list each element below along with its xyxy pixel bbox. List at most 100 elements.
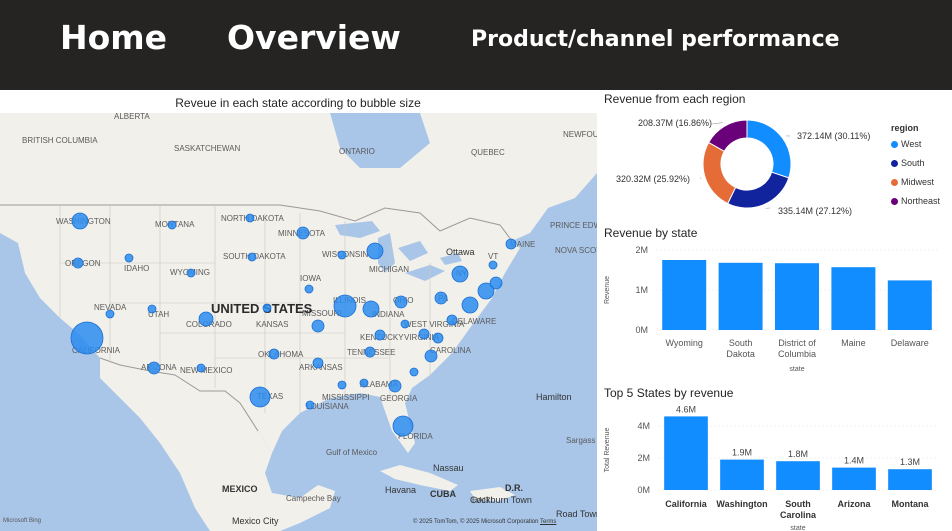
label-hamilton: Hamilton — [536, 392, 572, 402]
state-bubble-north-dakota[interactable] — [245, 213, 255, 223]
state-bubble-washington[interactable] — [71, 212, 89, 230]
donut-slice-midwest[interactable] — [702, 141, 737, 205]
state-bubble-nevada[interactable] — [105, 309, 115, 319]
top5-states-chart[interactable]: Total Revenue 4M 2M 0M California 4.6M Washing… — [600, 400, 952, 531]
state-bubble-south-dakota[interactable] — [247, 252, 257, 262]
state-bubble-oregon[interactable] — [72, 257, 84, 269]
state-bubble-ohio[interactable] — [394, 295, 408, 309]
bubble-map[interactable]: ALBERTA BRITISH COLUMBIA SASKATCHEWAN ON… — [0, 113, 597, 531]
legend-dot-south — [891, 160, 898, 168]
state-bubble-texas[interactable] — [249, 386, 271, 408]
state-bubble-wisconsin[interactable] — [337, 250, 347, 260]
state-bubble-oklahoma[interactable] — [268, 348, 280, 360]
state-bubble-wyoming[interactable] — [186, 268, 196, 278]
state-bubble-tennessee[interactable] — [364, 346, 376, 358]
donut-label-south: 335.14M (27.12%) — [778, 206, 852, 216]
state-bubble-maine[interactable] — [505, 238, 517, 250]
region-donut-chart[interactable]: 372.14M (30.11%) 335.14M (27.12%) 320.32M … — [600, 108, 890, 220]
state-bubble-utah[interactable] — [147, 304, 157, 314]
bar-delaware[interactable] — [887, 280, 932, 330]
state-bubble-new-york[interactable] — [451, 265, 469, 283]
label-cockburn-town: Cockburn Town — [470, 495, 532, 505]
state-bubble-kentucky[interactable] — [374, 329, 386, 341]
state-bubble-illinois[interactable] — [333, 294, 357, 318]
state-bubble-michigan[interactable] — [366, 242, 384, 260]
legend-item-south[interactable]: South — [891, 158, 925, 168]
map-canvas[interactable]: ALBERTA BRITISH COLUMBIA SASKATCHEWAN ON… — [0, 113, 597, 531]
donut-slice-west[interactable] — [746, 119, 792, 179]
label-newfoundland: NEWFOUNDLAND AND LABRADOR — [563, 130, 597, 139]
state-bubble-colorado[interactable] — [198, 311, 214, 327]
bar-wyoming[interactable] — [662, 260, 707, 330]
map-title: Reveue in each state according to bubble… — [175, 96, 421, 110]
state-bubble-arizona[interactable] — [147, 361, 161, 375]
state-bubble-montana[interactable] — [167, 220, 177, 230]
state-bubble-alabama[interactable] — [359, 378, 369, 388]
label-michigan: MICHIGAN — [369, 265, 409, 274]
state-bubble-california[interactable] — [70, 321, 104, 355]
x-category-label: Washington — [716, 499, 767, 509]
nav-overview-button[interactable]: Overview — [227, 18, 401, 57]
y-tick-label: 0M — [635, 325, 648, 335]
bar-arizona[interactable] — [832, 467, 876, 490]
bar-california[interactable] — [664, 416, 708, 490]
state-bubble-georgia[interactable] — [388, 379, 402, 393]
state-bubble-idaho[interactable] — [124, 253, 134, 263]
state-bubble-georgia-coast[interactable] — [409, 367, 419, 377]
state-bubble-missouri[interactable] — [311, 319, 325, 333]
state-bubble-iowa[interactable] — [304, 284, 314, 294]
bar-south-carolina[interactable] — [776, 461, 820, 490]
state-bubble-arkansas[interactable] — [312, 357, 324, 369]
legend-item-northeast[interactable]: Northeast — [891, 196, 940, 206]
label-sargasso: Sargass — [566, 436, 595, 445]
bar-montana[interactable] — [888, 469, 932, 490]
x-category-label: Dakota — [726, 349, 755, 359]
state-bubble-minnesota[interactable] — [296, 226, 310, 240]
state-bubble-south-carolina[interactable] — [424, 349, 438, 363]
nav-product-channel-button[interactable]: Product/channel performance — [471, 27, 840, 52]
state-bubble-delaware[interactable] — [446, 314, 458, 326]
y-tick-label: 2M — [637, 453, 650, 463]
legend-item-west[interactable]: West — [891, 139, 921, 149]
bar-south-dakota[interactable] — [718, 262, 763, 330]
label-georgia: GEORGIA — [380, 394, 418, 403]
label-mexico-city: Mexico City — [232, 516, 279, 526]
state-bubble-indiana[interactable] — [362, 300, 380, 318]
label-oklahoma: OKLAHOMA — [258, 350, 304, 359]
state-bubble-new-mexico[interactable] — [196, 363, 206, 373]
bing-logo: Microsoft Bing — [3, 518, 42, 524]
label-united-states: UNITED STATES — [211, 301, 313, 316]
state-bubble-virginia[interactable] — [418, 328, 430, 340]
state-bubble-north-carolina[interactable] — [432, 332, 444, 344]
state-bubble-kansas[interactable] — [262, 303, 272, 313]
label-british-columbia: BRITISH COLUMBIA — [22, 136, 98, 145]
state-bubble-mississippi[interactable] — [337, 380, 347, 390]
label-havana: Havana — [385, 485, 416, 495]
state-bubble-new-jersey[interactable] — [461, 296, 479, 314]
state-bubble-louisiana[interactable] — [305, 400, 315, 410]
nav-home-button[interactable]: Home — [60, 18, 167, 57]
bar-washington[interactable] — [720, 459, 764, 490]
state-bubble-west-virginia[interactable] — [400, 319, 410, 329]
state-bubble-vermont[interactable] — [488, 260, 498, 270]
data-label: 4.6M — [676, 404, 696, 414]
x-category-label: California — [665, 499, 708, 509]
bar-district-of-columbia[interactable] — [775, 263, 819, 330]
x-axis-label: state — [789, 366, 804, 373]
state-bubble-pennsylvania[interactable] — [434, 291, 448, 305]
state-chart-title: Revenue by state — [604, 226, 698, 240]
legend-item-midwest[interactable]: Midwest — [891, 177, 934, 187]
label-vt: VT — [488, 252, 498, 261]
label-nassau: Nassau — [433, 463, 464, 473]
y-tick-label: 4M — [637, 421, 650, 431]
donut-slice-south[interactable] — [727, 171, 790, 209]
y-axis-label: Total Revenue — [604, 428, 611, 473]
bar-maine[interactable] — [831, 267, 876, 330]
revenue-by-state-chart[interactable]: Revenue 2M 1M 0M Wyoming SouthDakota District … — [600, 240, 952, 375]
x-category-label: Columbia — [778, 349, 816, 359]
x-category-label: Carolina — [780, 510, 817, 520]
state-bubble-florida[interactable] — [392, 415, 414, 437]
terms-link[interactable]: Terms — [540, 519, 556, 525]
state-bubble-connecticut[interactable] — [489, 276, 503, 290]
region-chart-title: Revenue from each region — [604, 92, 746, 106]
